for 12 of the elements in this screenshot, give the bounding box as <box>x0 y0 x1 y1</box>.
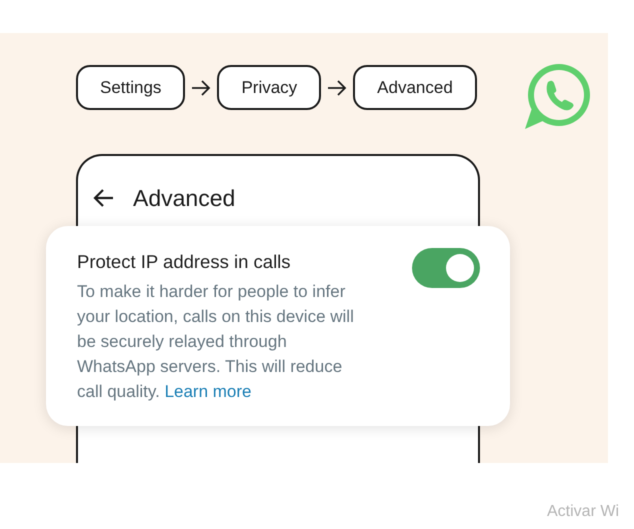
breadcrumb-button[interactable]: Advanced <box>353 65 477 110</box>
toggle-switch[interactable] <box>412 248 480 288</box>
back-arrow-icon[interactable] <box>93 187 115 209</box>
activation-notice: Activar Wi <box>547 503 619 521</box>
breadcrumb-button[interactable]: Settings <box>76 65 186 110</box>
arrow-icon <box>191 78 212 98</box>
setting-description: To make it harder for people to infer your location, calls on this device will be securely relayed through WhatsApp servers. This will reduce call quality. Learn more <box>77 281 355 403</box>
setting-title: Protect IP address in calls <box>77 251 292 273</box>
arrow-icon <box>327 78 348 98</box>
learn-more-link[interactable]: Learn more <box>164 382 252 401</box>
screen-title: Advanced <box>133 184 236 212</box>
breadcrumb-button[interactable]: Privacy <box>217 65 322 110</box>
